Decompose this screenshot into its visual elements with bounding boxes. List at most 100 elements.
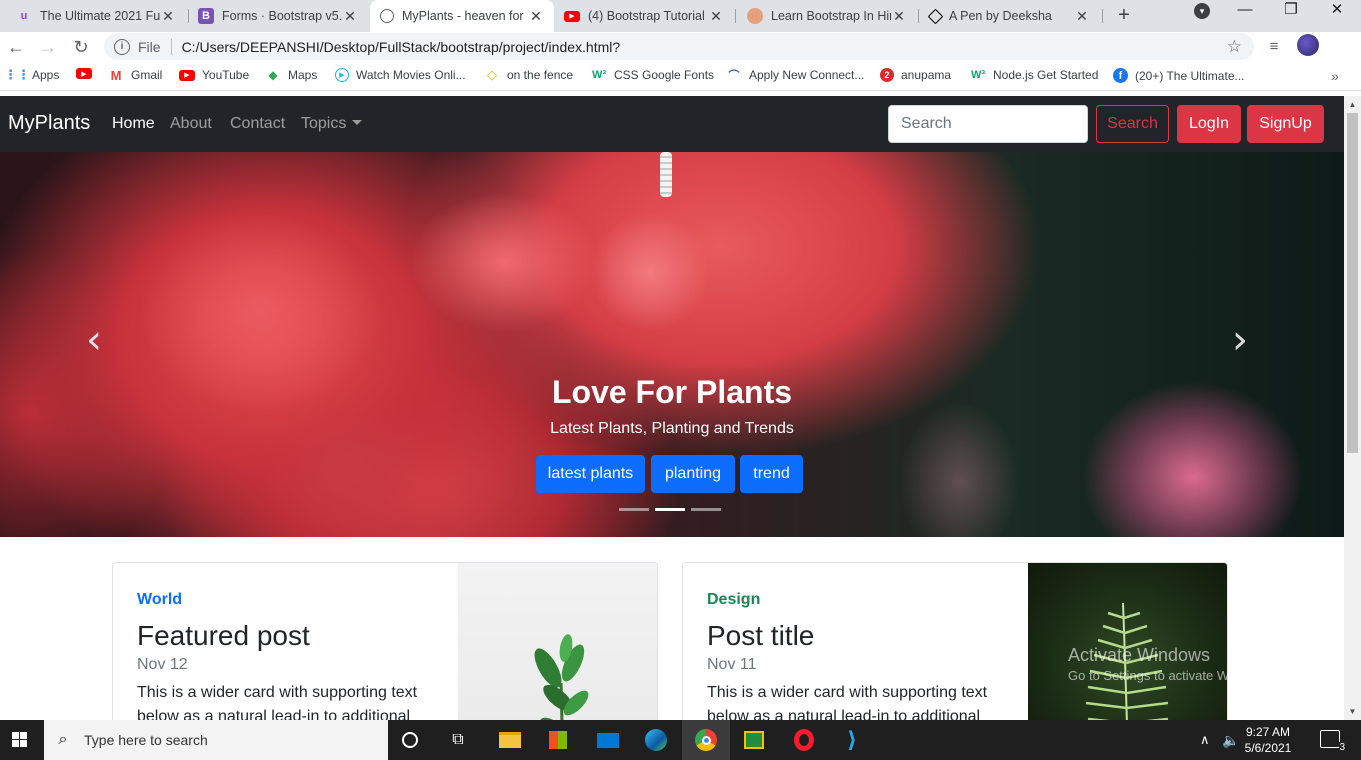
number-2-icon: 2: [880, 68, 894, 82]
close-tab-icon[interactable]: ✕: [891, 8, 907, 25]
url-text[interactable]: C:/Users/DEEPANSHI/Desktop/FullStack/boo…: [182, 39, 621, 55]
plant-image: [458, 563, 657, 720]
scroll-up-icon[interactable]: ▲: [1344, 96, 1361, 113]
profile-avatar[interactable]: [1297, 34, 1319, 56]
tab-search-icon[interactable]: ▾: [1194, 3, 1210, 19]
bootstrap-icon: B: [198, 8, 214, 24]
vscode-icon[interactable]: ⟩: [828, 720, 876, 760]
bookmark-maps[interactable]: ◆ Maps: [265, 68, 317, 82]
bookmark-star-icon[interactable]: ☆: [1227, 37, 1242, 57]
page-scrollbar[interactable]: ▲ ▼: [1344, 96, 1361, 720]
nav-contact[interactable]: Contact: [230, 115, 285, 133]
udemy-icon: u: [20, 10, 28, 22]
carousel-caption-title: Love For Plants: [551, 374, 793, 410]
site-search-input[interactable]: [888, 105, 1088, 143]
browser-tab[interactable]: A Pen by Deeksha ✕: [920, 0, 1100, 32]
new-tab-button[interactable]: +: [1114, 0, 1134, 32]
card-category: World: [137, 591, 183, 608]
chrome-icon[interactable]: [682, 720, 730, 760]
mail-icon[interactable]: [584, 720, 632, 760]
more-bookmarks-icon[interactable]: »: [1331, 68, 1339, 84]
carousel-next-icon[interactable]: ›: [1232, 317, 1248, 363]
forward-icon[interactable]: →: [36, 35, 60, 59]
maps-icon: ◆: [268, 68, 278, 82]
trend-button[interactable]: trend: [740, 455, 803, 493]
search-icon: ⌕: [58, 731, 68, 748]
reading-list-icon[interactable]: ≡: [1263, 36, 1285, 58]
planting-button[interactable]: planting: [651, 455, 735, 493]
windows-start-icon[interactable]: [0, 720, 44, 760]
nav-home[interactable]: Home: [112, 115, 155, 133]
notification-center-icon[interactable]: 3: [1320, 730, 1345, 753]
bookmark-youtube-red[interactable]: ▶: [76, 68, 99, 79]
codepen-icon: [927, 8, 944, 24]
post-card: Design Post title Nov 11 This is a wider…: [682, 562, 1228, 720]
browser-tab-active[interactable]: MyPlants - heaven for ✕: [370, 0, 554, 32]
show-hidden-icons-icon[interactable]: ∧: [1200, 732, 1210, 748]
bookmark-on-the-fence[interactable]: ◇ on the fence: [484, 67, 573, 82]
task-view-icon[interactable]: ⧉: [434, 720, 482, 760]
connect-icon: ⌒: [728, 70, 740, 82]
minimize-icon[interactable]: —: [1222, 0, 1268, 32]
close-tab-icon[interactable]: ✕: [528, 8, 544, 25]
close-tab-icon[interactable]: ✕: [708, 8, 724, 25]
site-navbar: MyPlants Home About Contact Topics Searc…: [0, 96, 1344, 152]
taskbar-clock[interactable]: 9:27 AM 5/6/2021: [1238, 724, 1298, 756]
signup-button[interactable]: SignUp: [1247, 105, 1324, 143]
browser-tab[interactable]: B Forms · Bootstrap v5.0 ✕: [188, 0, 368, 32]
diamond-icon: ◇: [487, 67, 497, 82]
info-icon[interactable]: i: [114, 38, 130, 55]
bookmark-apply-new-connect[interactable]: ⌒ Apply New Connect...: [726, 68, 865, 82]
bookmark-nodejs[interactable]: W³ Node.js Get Started: [970, 68, 1098, 82]
close-tab-icon[interactable]: ✕: [1074, 8, 1090, 25]
bookmark-facebook[interactable]: f (20+) The Ultimate...: [1113, 68, 1245, 83]
nav-about[interactable]: About: [170, 115, 212, 133]
bookmark-watch-movies[interactable]: ▶ Watch Movies Onli...: [335, 68, 466, 82]
cortana-icon[interactable]: [386, 720, 434, 760]
file-explorer-icon[interactable]: [486, 720, 534, 760]
carousel-indicator-1[interactable]: [619, 508, 649, 511]
activate-windows-watermark: Activate Windows Go to Settings to activ…: [1068, 645, 1274, 683]
browser-tab[interactable]: u The Ultimate 2021 Full ✕: [6, 0, 186, 32]
page-viewport: MyPlants Home About Contact Topics Searc…: [0, 96, 1344, 720]
scheme-label: File: [138, 38, 161, 55]
bookmark-anupama[interactable]: 2 anupama: [880, 68, 951, 82]
carousel-indicator-2[interactable]: [655, 508, 685, 511]
featured-post-card: World Featured post Nov 12 This is a wid…: [112, 562, 658, 720]
close-tab-icon[interactable]: ✕: [342, 8, 358, 25]
edge-icon[interactable]: [632, 720, 680, 760]
close-window-icon[interactable]: ✕: [1314, 0, 1360, 32]
close-tab-icon[interactable]: ✕: [160, 8, 176, 25]
fern-image: [1028, 563, 1227, 720]
back-icon[interactable]: ←: [4, 35, 28, 59]
classroom-icon[interactable]: [730, 720, 778, 760]
restore-icon[interactable]: ❐: [1268, 0, 1314, 32]
browser-tab[interactable]: ▶ (4) Bootstrap Tutorial I ✕: [554, 0, 734, 32]
youtube-icon: ▶: [564, 10, 580, 22]
bookmark-apps[interactable]: ⋮⋮ Apps: [4, 67, 59, 82]
address-bar[interactable]: i File C:/Users/DEEPANSHI/Desktop/FullSt…: [104, 33, 1254, 60]
login-button[interactable]: LogIn: [1177, 105, 1241, 143]
reload-icon[interactable]: ↻: [69, 35, 93, 59]
card-title: Post title: [707, 620, 815, 651]
card-text: This is a wider card with supporting tex…: [707, 684, 988, 720]
search-button[interactable]: Search: [1096, 105, 1169, 143]
opera-icon[interactable]: [780, 720, 828, 760]
nav-topics-dropdown[interactable]: Topics: [301, 115, 363, 133]
volume-icon[interactable]: 🔈: [1222, 732, 1239, 749]
scroll-down-icon[interactable]: ▼: [1344, 703, 1361, 720]
bookmark-gmail[interactable]: M Gmail: [108, 68, 163, 83]
browser-tab[interactable]: Learn Bootstrap In Hin ✕: [737, 0, 917, 32]
bookmark-youtube[interactable]: ▶ YouTube: [179, 68, 249, 82]
caret-down-icon: [352, 120, 363, 125]
taskbar-search-box[interactable]: ⌕ Type here to search: [44, 720, 388, 760]
microsoft-store-icon[interactable]: [534, 720, 582, 760]
browser-toolbar: ← → ↻ i File C:/Users/DEEPANSHI/Desktop/…: [0, 32, 1361, 62]
card-date: Nov 11: [707, 656, 757, 673]
latest-plants-button[interactable]: latest plants: [536, 455, 645, 493]
bookmark-css-google-fonts[interactable]: W³ CSS Google Fonts: [591, 68, 714, 82]
carousel-indicator-3[interactable]: [691, 508, 721, 511]
site-brand[interactable]: MyPlants: [8, 112, 90, 135]
carousel-prev-icon[interactable]: ‹: [86, 317, 102, 363]
scrollbar-thumb[interactable]: [1347, 113, 1358, 453]
